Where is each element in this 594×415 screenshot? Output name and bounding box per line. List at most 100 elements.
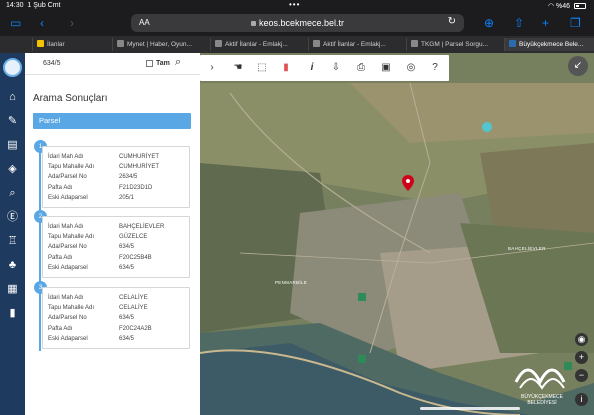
search-input[interactable]: 634/5 <box>43 60 61 67</box>
favicon-icon <box>37 40 44 47</box>
info-icon[interactable]: i <box>306 61 318 75</box>
zoom-in-button[interactable]: + <box>575 351 588 364</box>
result-card[interactable]: İdari Mah Adı CELALİYE Tapu Mahalle Adı CE… <box>42 287 190 349</box>
favicon-icon <box>509 40 516 47</box>
map-info-button[interactable]: i <box>575 393 588 406</box>
chevron-right-icon[interactable]: › <box>206 61 218 75</box>
trash-icon[interactable]: ▮ <box>280 61 292 75</box>
field-value: F20C24A2B <box>119 325 152 332</box>
field-label: Tapu Mahalle Adı <box>48 305 95 312</box>
field-label: Tapu Mahalle Adı <box>48 234 95 241</box>
field-value: CUMHURİYET <box>119 154 159 161</box>
pan-hand-icon[interactable]: ☚ <box>232 61 244 75</box>
globe-icon[interactable]: ◎ <box>405 61 417 75</box>
result-card[interactable]: İdari Mah Adı BAHÇELİEVLER Tapu Mahalle A… <box>42 216 190 278</box>
field-value: 634/5 <box>119 264 135 271</box>
back-icon[interactable]: ‹ <box>40 16 44 30</box>
tabs-overview-icon[interactable]: ❐ <box>570 16 581 30</box>
favicon-icon <box>313 40 320 47</box>
e-icon[interactable]: Ⓔ <box>4 209 21 226</box>
result-card[interactable]: İdari Mah Adı CUMHURİYET Tapu Mahalle Adı… <box>42 146 190 208</box>
field-value: GÜZELCE <box>119 234 148 241</box>
municipality-watermark: BÜYÜKÇEKMECE BELEDİYESİ <box>512 358 572 410</box>
field-value: F20C25B4B <box>119 254 152 261</box>
wifi-icon: ◠ <box>547 3 555 10</box>
search-icon[interactable]: ⌕ <box>175 56 181 69</box>
field-label: Tapu Mahalle Adı <box>48 164 95 171</box>
field-label: Ada/Parsel No <box>48 244 87 251</box>
map-toolbar: › ☚ ⬚ ▮ i ⇩ ⎙ ▣ ◎ ? <box>200 55 449 81</box>
field-label: Eski Adaparsel <box>48 264 88 271</box>
tree-icon[interactable]: ♣ <box>4 257 21 274</box>
tab-ilanlar[interactable]: İlanlar <box>32 38 110 51</box>
results-title: Arama Sonuçları <box>33 93 108 104</box>
calendar-icon[interactable]: ▦ <box>4 281 21 298</box>
left-rail: ⌂ ✎ ▤ ◈ ⌕ Ⓔ ♖ ♣ ▦ ▮ <box>0 53 25 415</box>
location-marker-icon[interactable] <box>402 175 414 191</box>
field-value: F21D23D1D <box>119 184 153 191</box>
field-label: Pafta Adı <box>48 254 73 261</box>
tam-checkbox-label: Tam <box>156 60 170 67</box>
battery-percent: %46 <box>556 3 571 10</box>
layers-icon[interactable]: ◈ <box>4 161 21 178</box>
tam-checkbox[interactable] <box>146 60 153 67</box>
field-label: Ada/Parsel No <box>48 315 87 322</box>
favicon-icon <box>411 40 418 47</box>
image-icon[interactable]: ▣ <box>380 61 392 75</box>
forward-icon[interactable]: › <box>70 16 74 30</box>
map-label-bahcelievler: BAHÇELİEVLER <box>508 246 546 251</box>
clipboard-icon[interactable]: ▮ <box>4 305 21 322</box>
battery-icon <box>574 3 586 10</box>
building-icon[interactable]: ♖ <box>4 233 21 250</box>
zoom-out-button[interactable]: − <box>575 369 588 382</box>
field-value: 634/5 <box>119 335 135 342</box>
home-icon[interactable]: ⌂ <box>4 89 21 106</box>
field-label: Eski Adaparsel <box>48 335 88 342</box>
favicon-icon <box>215 40 222 47</box>
pencil-icon[interactable]: ✎ <box>4 113 21 130</box>
search-icon[interactable]: ⌕ <box>4 185 21 202</box>
new-tab-icon[interactable]: + <box>542 16 549 30</box>
field-label: İdari Mah Adı <box>48 224 84 231</box>
sidebar-toggle-icon[interactable]: ▭ <box>10 16 21 30</box>
fullscreen-button[interactable]: ↙ <box>568 56 588 76</box>
select-area-icon[interactable]: ⬚ <box>256 61 268 75</box>
tab-emlakjet-1[interactable]: Aktif İlanlar - Emlakj... <box>210 38 306 51</box>
reload-icon[interactable]: ↻ <box>448 16 456 27</box>
tab-tkgm[interactable]: TKGM | Parsel Sorgu... <box>406 38 502 51</box>
home-indicator[interactable] <box>420 407 520 410</box>
field-value: 634/5 <box>119 315 135 322</box>
document-icon[interactable]: ▤ <box>4 137 21 154</box>
share-icon[interactable]: ⇧ <box>514 16 524 30</box>
multitask-dots[interactable]: ••• <box>289 0 300 9</box>
results-timeline <box>39 141 41 351</box>
locate-icon[interactable]: ◉ <box>575 333 588 346</box>
status-bar: 14:30 1 Şub Cmt ••• ◠ %46 <box>0 0 594 12</box>
tab-mynet[interactable]: Mynet | Haber, Oyun... <box>112 38 208 51</box>
tab-bar: İlanlar Mynet | Haber, Oyun... Aktif İla… <box>0 36 594 53</box>
download-arrow-icon[interactable]: ⇩ <box>330 61 342 75</box>
watermark-text: BÜYÜKÇEKMECE BELEDİYESİ <box>521 394 563 406</box>
map-view[interactable]: › ☚ ⬚ ▮ i ⇩ ⎙ ▣ ◎ ? ↙ BAHÇELİEVLER PENMA… <box>200 53 594 415</box>
print-icon[interactable]: ⎙ <box>355 61 367 75</box>
field-label: Pafta Adı <box>48 184 73 191</box>
address-bar[interactable]: AA keos.bcekmece.bel.tr ↻ <box>131 14 464 32</box>
field-label: Pafta Adı <box>48 325 73 332</box>
field-label: İdari Mah Adı <box>48 154 84 161</box>
download-icon[interactable]: ⊕ <box>484 16 494 30</box>
parsel-section-header[interactable]: Parsel <box>33 113 191 129</box>
tab-emlakjet-2[interactable]: Aktif İlanlar - Emlakj... <box>308 38 404 51</box>
status-right: ◠ %46 <box>548 2 586 10</box>
status-time: 14:30 1 Şub Cmt <box>6 2 61 9</box>
search-row: 634/5 Tam ⌕ <box>25 53 200 75</box>
tab-buyukcekmece[interactable]: Büyükçekmece Bele... <box>504 38 594 51</box>
field-value: 634/5 <box>119 244 135 251</box>
field-label: Eski Adaparsel <box>48 194 88 201</box>
app-logo[interactable] <box>3 58 22 77</box>
field-value: CELALİYE <box>119 305 148 312</box>
field-value: 2634/5 <box>119 174 138 181</box>
field-value: CUMHURİYET <box>119 164 159 171</box>
help-icon[interactable]: ? <box>429 61 441 75</box>
field-label: İdari Mah Adı <box>48 295 84 302</box>
field-value: BAHÇELİEVLER <box>119 224 165 231</box>
